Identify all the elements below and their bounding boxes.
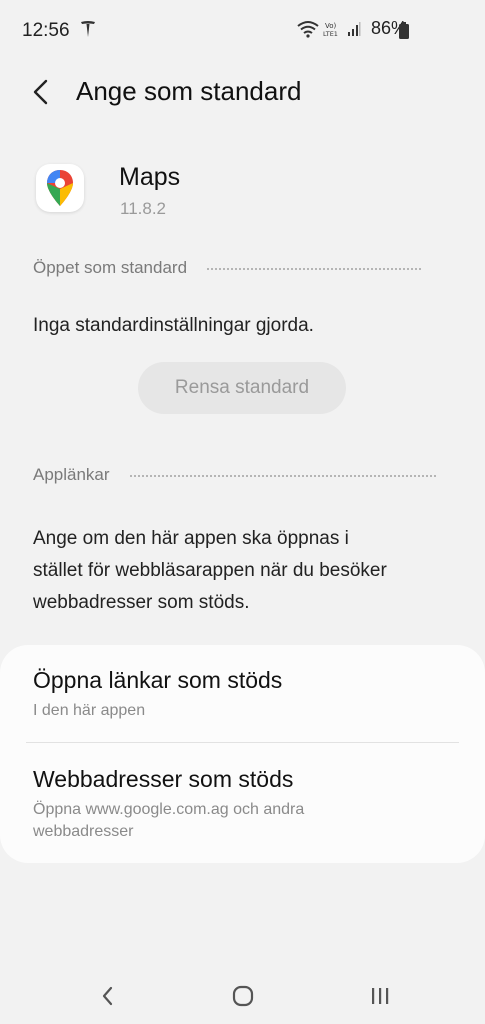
- home-nav-icon: [232, 985, 254, 1007]
- section-heading-app-links-label: Applänkar: [33, 465, 110, 484]
- open-supported-links-title: Öppna länkar som stöds: [33, 667, 283, 693]
- status-time: 12:56: [22, 20, 70, 41]
- signal-icon: [347, 21, 361, 36]
- section-divider: [207, 268, 422, 270]
- app-links-description: Ange om den här appen ska öppnas i ställ…: [33, 523, 387, 619]
- page-title: Ange som standard: [76, 76, 302, 106]
- wifi-icon: [297, 20, 319, 38]
- supported-urls-subtitle-line: Öppna www.google.com.ag och andra: [33, 801, 305, 818]
- app-version: 11.8.2: [120, 199, 167, 218]
- nav-back-button[interactable]: [88, 980, 128, 1012]
- navigation-bar: [0, 964, 485, 1024]
- supported-urls-subtitle: Öppna www.google.com.ag och andra webbad…: [33, 799, 459, 843]
- top-bar: Ange som standard: [0, 62, 485, 122]
- status-bar: 12:56 Vo) LTE1 86%: [0, 0, 485, 60]
- open-supported-links-row[interactable]: Öppna länkar som stöds I den här appen: [33, 667, 459, 722]
- supported-urls-title: Webbadresser som stöds: [33, 766, 294, 792]
- section-divider: [129, 475, 436, 477]
- app-links-description-line: stället för webbläsarappen när du besöke…: [33, 560, 387, 581]
- back-button[interactable]: [26, 76, 58, 108]
- back-nav-icon: [102, 986, 113, 1006]
- nav-recents-button[interactable]: [360, 980, 400, 1012]
- section-heading-app-links: Applänkar: [33, 465, 436, 485]
- supported-urls-subtitle-line: webbadresser: [33, 823, 134, 840]
- status-icons: Vo) LTE1 86%: [297, 18, 407, 39]
- section-heading-default-label: Öppet som standard: [33, 258, 188, 277]
- default-description: Inga standardinställningar gjorda.: [33, 315, 314, 336]
- row-divider: [26, 742, 459, 743]
- app-icon: [36, 164, 84, 212]
- volte-icon: Vo) LTE1: [323, 22, 338, 38]
- back-arrow-icon: [33, 79, 48, 105]
- supported-urls-row[interactable]: Webbadresser som stöds Öppna www.google.…: [33, 766, 459, 843]
- tesla-icon: [81, 21, 95, 37]
- section-heading-default: Öppet som standard: [33, 258, 422, 278]
- battery-icon: [399, 22, 409, 39]
- app-name: Maps: [119, 163, 181, 191]
- clear-defaults-button[interactable]: Rensa standard: [138, 362, 346, 414]
- nav-home-button[interactable]: [223, 980, 263, 1012]
- recents-nav-icon: [372, 988, 389, 1004]
- google-maps-icon: [47, 170, 73, 206]
- app-links-description-line: webbadresser som stöds.: [33, 592, 250, 613]
- svg-text:LTE1: LTE1: [323, 30, 338, 38]
- app-links-card: Öppna länkar som stöds I den här appen W…: [0, 645, 485, 863]
- app-links-description-line: Ange om den här appen ska öppnas i: [33, 528, 349, 549]
- svg-text:Vo): Vo): [325, 22, 337, 30]
- open-supported-links-subtitle: I den här appen: [33, 702, 146, 719]
